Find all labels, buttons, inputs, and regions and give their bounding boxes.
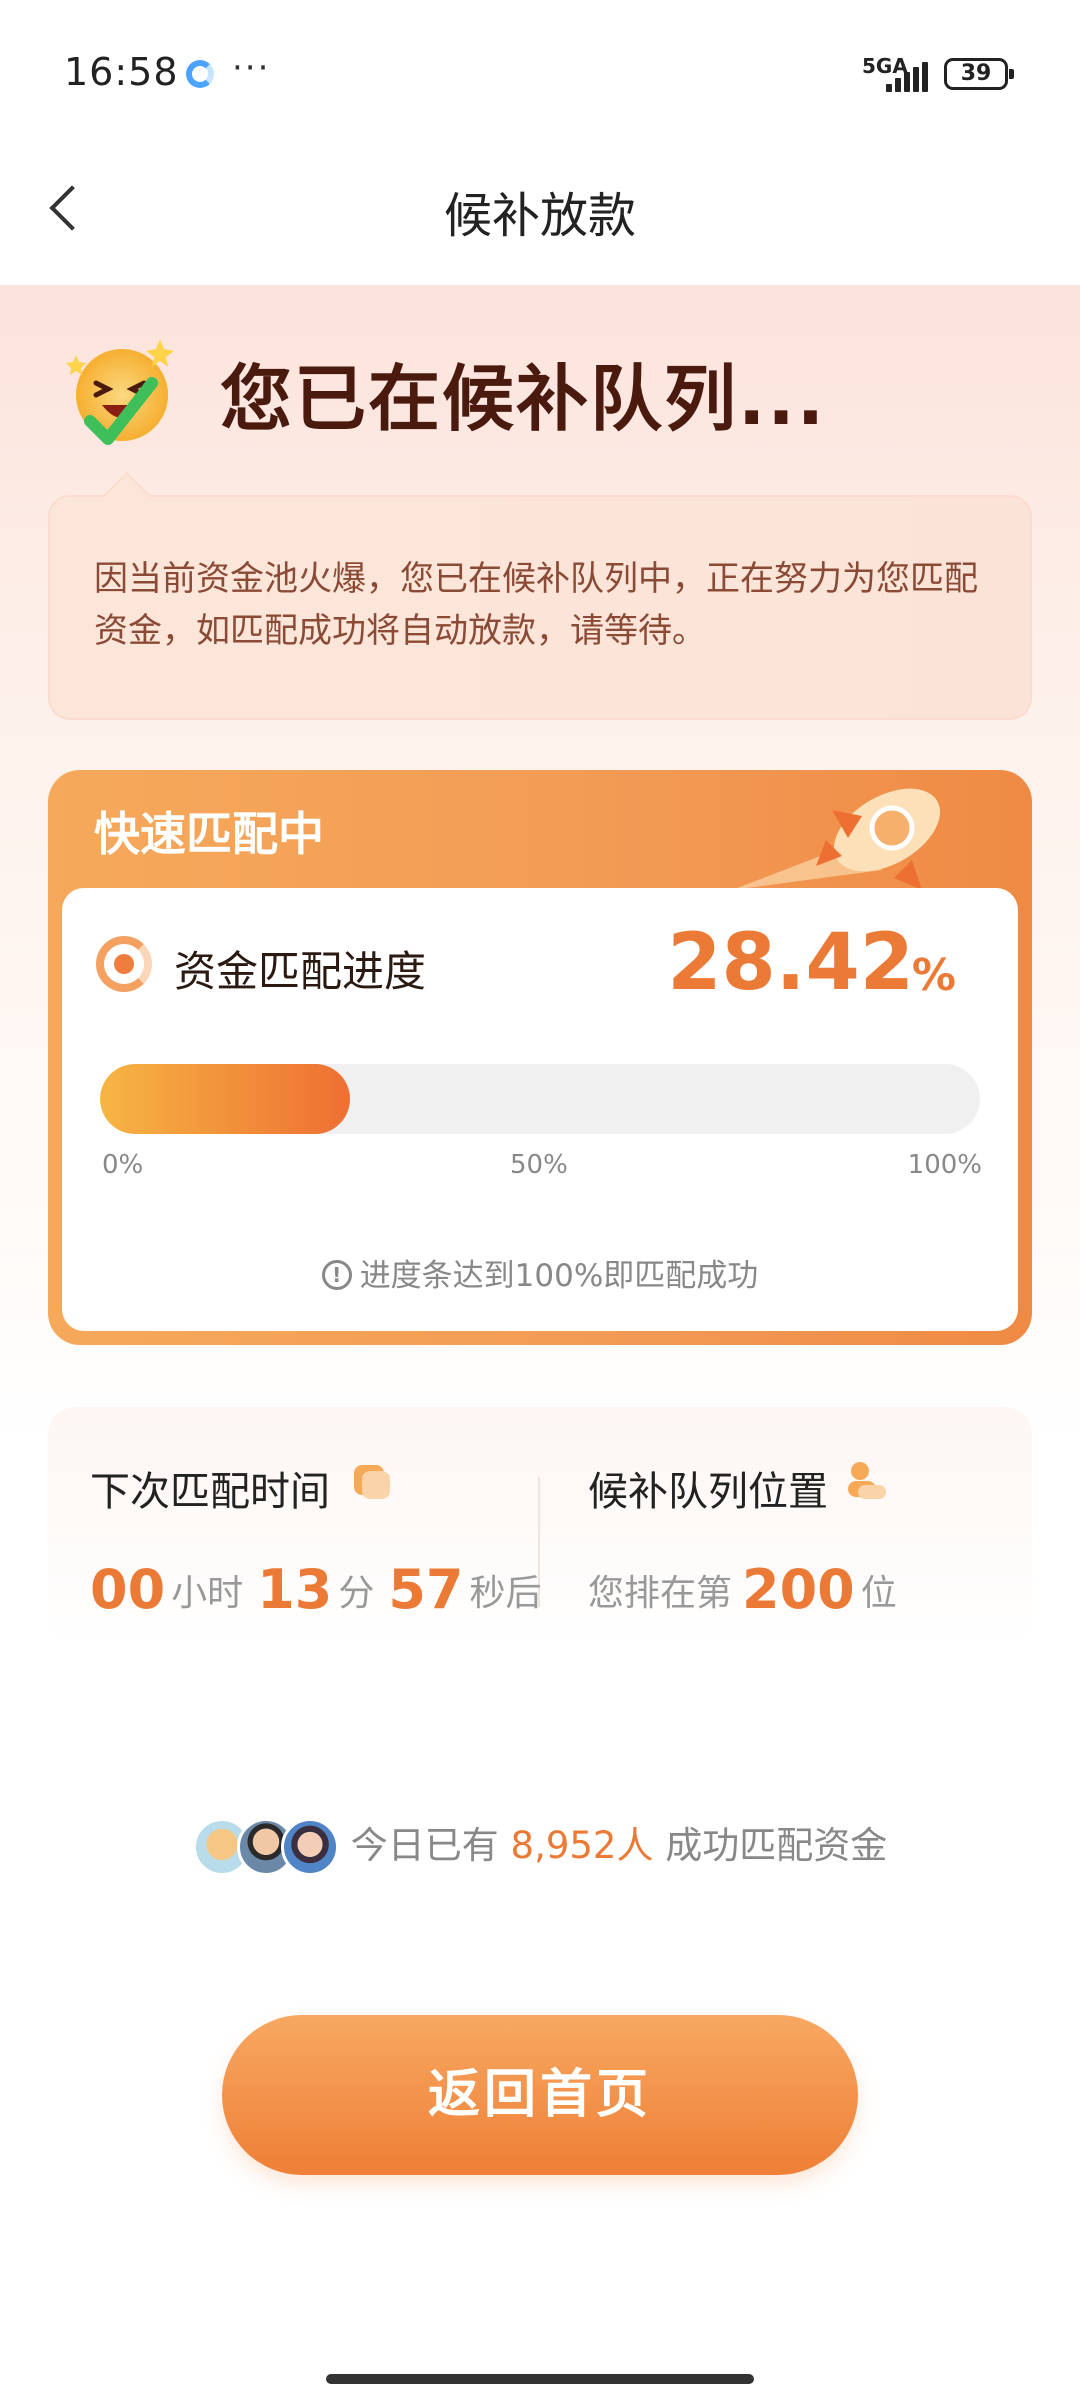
avatar [280,1817,339,1876]
clock-icon [354,1465,390,1499]
page-title: 候补放款 [443,188,636,244]
queue-prefix: 您排在第 [588,1573,733,1614]
queue-suffix: 位 [860,1573,897,1614]
countdown-hours: 00 [90,1558,166,1621]
queue-position: 您排在第 200 位 [588,1555,897,1621]
progress-fill [100,1064,351,1134]
coin-icon [96,936,152,992]
social-prefix: 今日已有 [350,1824,499,1867]
progress-track [100,1064,980,1134]
tick-50: 50% [510,1150,568,1180]
status-time: 16:58 [64,50,179,94]
seconds-unit: 秒后 [469,1573,542,1614]
countdown-minutes: 13 [257,1558,333,1621]
hours-unit: 小时 [171,1573,244,1614]
progress-hint: ! 进度条达到100%即匹配成功 [62,1250,1018,1295]
avatar-group [192,1817,341,1878]
match-card: 快速匹配中 资金匹配进度 28.42 % 0% 50% 100% ! 进度条达到1… [48,770,1032,1345]
queue-position-title: 候补队列位置 [588,1469,828,1515]
countdown-seconds: 57 [388,1558,464,1621]
progress-hint-text: 进度条达到100%即匹配成功 [359,1258,759,1294]
hero-title: 您已在候补队列... [220,357,827,441]
social-count: 8,952人 [510,1824,654,1867]
social-proof: 今日已有 8,952人 成功匹配资金 [0,1815,1080,1878]
progress-value: 28.42 [667,918,914,1008]
nav-bar: 候补放款 [0,140,1080,285]
info-notice: 因当前资金池火爆，您已在候补队列中，正在努力为您匹配资金，如匹配成功将自动放款，… [48,495,1032,720]
minutes-unit: 分 [338,1573,375,1614]
info-text: 因当前资金池火爆，您已在候补队列中，正在努力为您匹配资金，如匹配成功将自动放款，… [94,559,978,651]
tick-100: 100% [907,1150,982,1180]
status-bar: 16:58 ··· 5GA 39 [0,0,1080,140]
more-dots-icon: ··· [232,48,271,88]
battery-icon: 39 [944,58,1014,90]
social-suffix: 成功匹配资金 [665,1824,888,1867]
return-home-button[interactable]: 返回首页 [222,2015,858,2175]
countdown: 00 小时 13 分 57 秒后 [90,1555,542,1621]
progress-unit: % [911,950,956,1001]
info-circle-icon: ! [321,1259,352,1290]
queue-position-number: 200 [742,1558,855,1621]
match-card-title: 快速匹配中 [94,807,324,861]
home-indicator[interactable] [326,2374,754,2384]
people-icon [848,1462,886,1499]
stats-card: 下次匹配时间 候补队列位置 00 小时 13 分 57 秒后 您排在第 200 位 [48,1407,1032,1647]
next-match-title: 下次匹配时间 [90,1469,330,1515]
progress-panel: 资金匹配进度 28.42 % 0% 50% 100% ! 进度条达到100%即匹配… [62,888,1018,1331]
tick-0: 0% [102,1150,144,1180]
progress-label: 资金匹配进度 [174,947,427,996]
rocket-icon [732,788,941,890]
signal-icon [886,62,930,92]
happy-emoji-check-icon [66,339,174,445]
loading-icon [186,60,214,88]
